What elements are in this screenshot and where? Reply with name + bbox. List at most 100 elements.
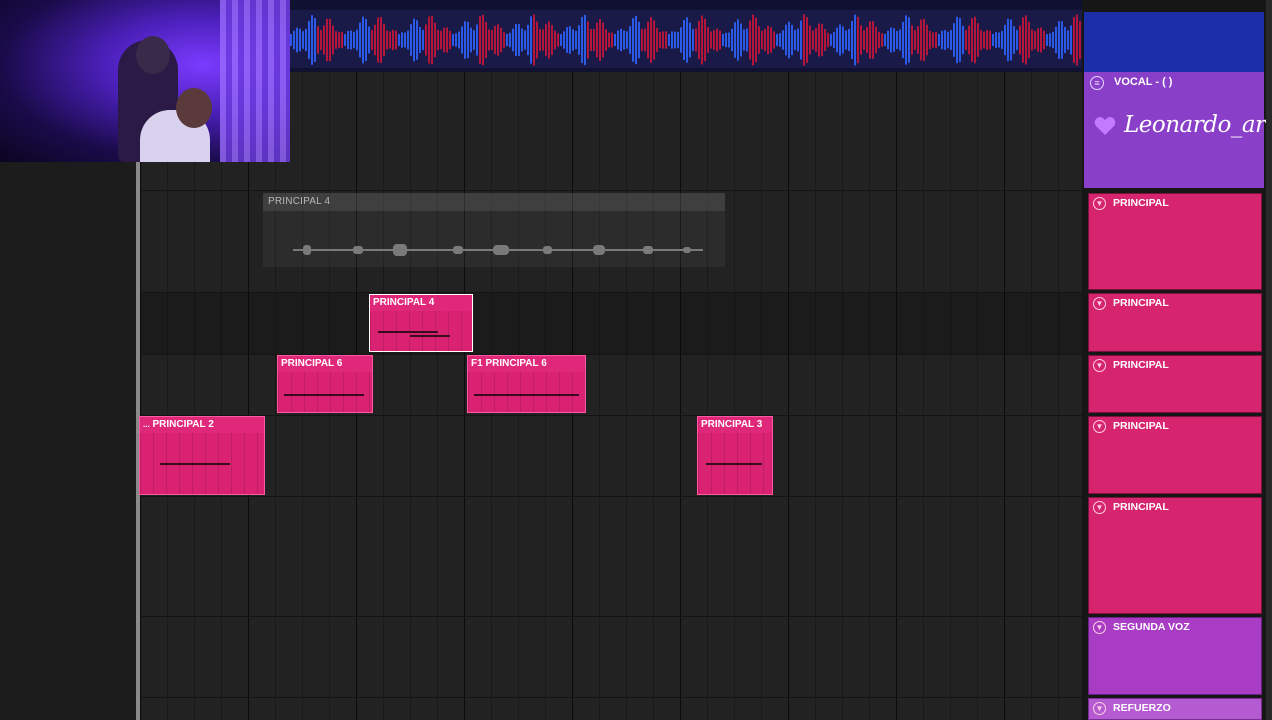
waveform-bar bbox=[752, 14, 754, 66]
waveform-bar bbox=[344, 34, 346, 46]
waveform-bar bbox=[1028, 21, 1030, 59]
track-header[interactable]: ▼ PRINCIPAL bbox=[1088, 193, 1262, 290]
waveform-bar bbox=[647, 21, 649, 59]
waveform-bar bbox=[830, 34, 832, 46]
chevron-down-icon[interactable]: ▼ bbox=[1093, 702, 1106, 715]
waveform-bar bbox=[488, 29, 490, 51]
waveform-bar bbox=[626, 31, 628, 49]
waveform-bar bbox=[686, 17, 688, 63]
waveform-bar bbox=[869, 21, 871, 59]
waveform-bar bbox=[575, 30, 577, 50]
waveform-bar bbox=[554, 30, 556, 50]
waveform-bar bbox=[584, 14, 586, 66]
clip-label: PRINCIPAL 3 bbox=[701, 419, 763, 430]
waveform-bar bbox=[335, 31, 337, 49]
midi-clip[interactable]: F1 PRINCIPAL 6 bbox=[467, 355, 586, 413]
waveform-bar bbox=[485, 21, 487, 59]
waveform-bar bbox=[881, 33, 883, 47]
waveform-bar bbox=[914, 30, 916, 50]
waveform-bar bbox=[788, 21, 790, 59]
midi-clip[interactable]: PRINCIPAL 4 bbox=[369, 294, 473, 352]
chevron-down-icon[interactable]: ▼ bbox=[1093, 197, 1106, 210]
track-header[interactable]: ▼ SEGUNDA VOZ bbox=[1088, 617, 1262, 695]
waveform-bar bbox=[476, 24, 478, 56]
waveform-bar bbox=[920, 19, 922, 61]
track-label: PRINCIPAL bbox=[1113, 197, 1169, 209]
waveform-bar bbox=[365, 18, 367, 62]
track-header-panel: ≡ VOCAL - ( ) Leonardo_ar0 ▼ PRINCIPAL ▼… bbox=[1082, 0, 1272, 720]
midi-note bbox=[474, 394, 579, 396]
chevron-down-icon[interactable]: ▼ bbox=[1093, 359, 1106, 372]
scrollbar[interactable] bbox=[1266, 0, 1272, 720]
waveform-bar bbox=[794, 29, 796, 51]
waveform-bar bbox=[950, 30, 952, 50]
waveform-bar bbox=[956, 16, 958, 64]
waveform-bar bbox=[665, 31, 667, 49]
folder-track-header[interactable]: ≡ VOCAL - ( ) Leonardo_ar0 bbox=[1084, 72, 1272, 188]
waveform-bar bbox=[620, 28, 622, 52]
track-header-audio[interactable] bbox=[1084, 12, 1264, 72]
waveform-bar bbox=[593, 28, 595, 52]
waveform-bar bbox=[374, 24, 376, 56]
waveform-bar bbox=[983, 31, 985, 49]
waveform-bar bbox=[1034, 31, 1036, 49]
waveform-bar bbox=[383, 23, 385, 57]
waveform-bar bbox=[935, 32, 937, 48]
waveform-bar bbox=[449, 30, 451, 50]
waveform-bar bbox=[1055, 26, 1057, 54]
waveform-bar bbox=[878, 31, 880, 49]
ghost-audio-clip[interactable]: PRINCIPAL 4 bbox=[263, 193, 725, 267]
waveform-bar bbox=[773, 31, 775, 49]
waveform-bar bbox=[992, 34, 994, 46]
waveform-bar bbox=[392, 29, 394, 51]
waveform-bar bbox=[1043, 30, 1045, 50]
waveform-bar bbox=[677, 31, 679, 49]
waveform-bar bbox=[611, 32, 613, 48]
audio-waveform-clip[interactable] bbox=[290, 0, 1082, 72]
waveform-bar bbox=[482, 14, 484, 66]
midi-clip[interactable]: PRINCIPAL 3 bbox=[697, 416, 773, 495]
waveform-bar bbox=[422, 29, 424, 51]
waveform-bar bbox=[1052, 31, 1054, 49]
track-header[interactable]: ▼ PRINCIPAL bbox=[1088, 416, 1262, 494]
track-label: PRINCIPAL bbox=[1113, 297, 1169, 309]
waveform-bar bbox=[506, 34, 508, 46]
waveform-bar bbox=[809, 25, 811, 55]
waveform-bar bbox=[359, 22, 361, 58]
waveform-bar bbox=[887, 30, 889, 50]
track-label: REFUERZO bbox=[1113, 702, 1171, 714]
waveform-bar bbox=[290, 34, 292, 46]
chevron-down-icon[interactable]: ▼ bbox=[1093, 621, 1106, 634]
purple-heart-icon bbox=[1094, 117, 1116, 135]
left-gutter bbox=[0, 160, 136, 720]
folder-icon[interactable]: ≡ bbox=[1090, 76, 1104, 90]
midi-clip[interactable]: ... PRINCIPAL 2 bbox=[139, 416, 265, 495]
midi-clip[interactable]: PRINCIPAL 6 bbox=[277, 355, 373, 413]
waveform-bar bbox=[515, 24, 517, 56]
waveform-bar bbox=[761, 30, 763, 50]
selected-lane bbox=[140, 292, 1082, 354]
waveform-bar bbox=[941, 30, 943, 50]
waveform-bar bbox=[299, 28, 301, 52]
waveform-bar bbox=[893, 28, 895, 52]
waveform-bar bbox=[533, 14, 535, 66]
track-header[interactable]: ▼ PRINCIPAL bbox=[1088, 497, 1262, 614]
track-header[interactable]: ▼ REFUERZO bbox=[1088, 698, 1262, 720]
chevron-down-icon[interactable]: ▼ bbox=[1093, 501, 1106, 514]
chevron-down-icon[interactable]: ▼ bbox=[1093, 297, 1106, 310]
waveform-bar bbox=[857, 16, 859, 64]
waveform-bar bbox=[539, 29, 541, 51]
waveform-bar bbox=[545, 24, 547, 56]
chevron-down-icon[interactable]: ▼ bbox=[1093, 420, 1106, 433]
lane-divider bbox=[140, 415, 1082, 416]
waveform-bar bbox=[473, 30, 475, 50]
waveform-bar bbox=[836, 27, 838, 53]
waveform-bar bbox=[923, 18, 925, 62]
track-header[interactable]: ▼ PRINCIPAL bbox=[1088, 355, 1262, 413]
track-header[interactable]: ▼ PRINCIPAL bbox=[1088, 293, 1262, 352]
waveform-bar bbox=[542, 29, 544, 51]
waveform-bar bbox=[551, 25, 553, 55]
waveform-bar bbox=[824, 28, 826, 52]
waveform-bar bbox=[1007, 18, 1009, 62]
waveform-bar bbox=[623, 30, 625, 50]
